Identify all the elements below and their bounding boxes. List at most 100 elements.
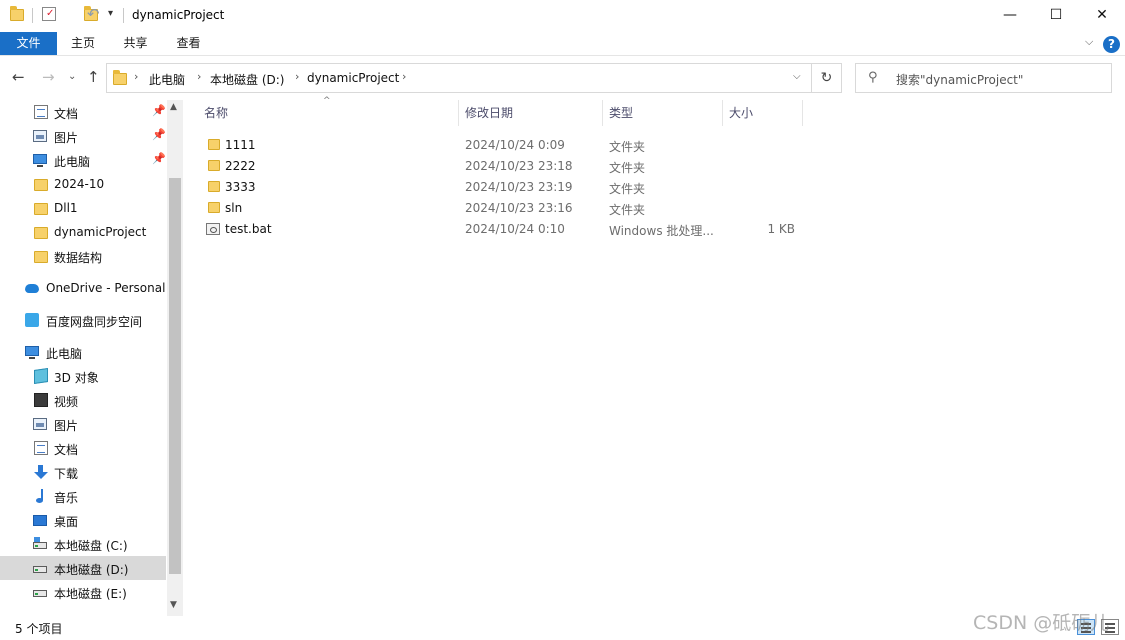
sidebar-item-2024-10[interactable]: 2024-10 bbox=[0, 172, 166, 196]
chevron-right-icon[interactable]: › bbox=[134, 70, 138, 83]
onedrive-cloud-icon bbox=[25, 284, 39, 293]
file-row[interactable]: 2222 2024/10/23 23:18 文件夹 bbox=[200, 155, 800, 176]
folder-icon bbox=[208, 139, 220, 150]
drive-icon bbox=[33, 590, 47, 597]
folder-icon bbox=[10, 6, 24, 21]
file-type: Windows 批处理... bbox=[609, 224, 714, 238]
sidebar-item-label: 文档 bbox=[54, 443, 79, 457]
sidebar-item-label: 此电脑 bbox=[54, 155, 91, 169]
watermark: CSDN @砥砺儿 bbox=[973, 612, 1110, 634]
chevron-down-icon[interactable]: ⌵ bbox=[793, 71, 801, 82]
chevron-right-icon[interactable]: › bbox=[197, 70, 201, 83]
chevron-right-icon[interactable]: › bbox=[402, 70, 406, 83]
column-header-size[interactable]: 大小 bbox=[729, 104, 753, 126]
up-arrow-icon[interactable]: ↑ bbox=[87, 68, 100, 86]
folder-icon bbox=[34, 227, 48, 239]
close-button[interactable]: ✕ bbox=[1079, 0, 1125, 32]
video-icon bbox=[34, 393, 48, 407]
sidebar-item-drive-d[interactable]: 本地磁盘 (D:) bbox=[0, 556, 166, 580]
search-placeholder: 搜索"dynamicProject" bbox=[896, 73, 1024, 87]
sidebar-item-documents-pc[interactable]: 文档 bbox=[0, 436, 166, 460]
file-name: 1111 bbox=[225, 138, 256, 152]
sidebar-item-label: 图片 bbox=[54, 419, 79, 433]
breadcrumb-dynamicproject[interactable]: dynamicProject bbox=[307, 71, 399, 85]
breadcrumb-drive-d[interactable]: 本地磁盘 (D:) bbox=[210, 71, 284, 88]
sidebar-item-3d-objects[interactable]: 3D 对象 bbox=[0, 364, 166, 388]
sidebar-item-baidu[interactable]: 百度网盘同步空间 bbox=[0, 308, 166, 332]
file-type: 文件夹 bbox=[609, 182, 646, 196]
file-date: 2024/10/23 23:19 bbox=[465, 180, 573, 194]
forward-arrow-icon[interactable]: → bbox=[42, 68, 55, 86]
folder-icon bbox=[113, 70, 127, 85]
pictures-icon bbox=[33, 130, 47, 142]
sidebar-item-drive-e[interactable]: 本地磁盘 (E:) bbox=[0, 580, 166, 604]
sidebar-item-label: 本地磁盘 (E:) bbox=[54, 587, 127, 601]
sidebar-item-label: 音乐 bbox=[54, 491, 79, 505]
column-header-type[interactable]: 类型 bbox=[609, 104, 633, 126]
column-divider[interactable] bbox=[802, 100, 803, 126]
sidebar-item-onedrive[interactable]: OneDrive - Personal bbox=[0, 276, 166, 300]
sidebar-item-label: 下载 bbox=[54, 467, 79, 481]
search-icon: ⚲ bbox=[868, 70, 878, 85]
undo-icon[interactable]: ↶ bbox=[87, 5, 100, 23]
document-icon bbox=[34, 441, 48, 455]
sidebar-item-pictures-pc[interactable]: 图片 bbox=[0, 412, 166, 436]
navigation-pane: 文档 📌 图片 📌 此电脑 📌 2024-10 Dll1 dynamicProj… bbox=[0, 100, 183, 616]
column-divider[interactable] bbox=[458, 100, 459, 126]
3d-objects-icon bbox=[34, 368, 48, 384]
column-divider[interactable] bbox=[722, 100, 723, 126]
sidebar-item-documents[interactable]: 文档 📌 bbox=[0, 100, 166, 124]
address-bar[interactable]: › 此电脑 › 本地磁盘 (D:) › dynamicProject › ⌵ bbox=[106, 63, 812, 93]
sidebar-item-label: OneDrive - Personal bbox=[46, 281, 166, 295]
desktop-icon bbox=[33, 515, 47, 526]
minimize-button[interactable]: — bbox=[987, 0, 1033, 32]
scroll-up-icon[interactable]: ▲ bbox=[170, 102, 177, 112]
file-row[interactable]: 3333 2024/10/23 23:19 文件夹 bbox=[200, 176, 800, 197]
customize-toolbar-icon[interactable]: ▾ bbox=[108, 8, 113, 19]
scrollbar-thumb[interactable] bbox=[169, 178, 181, 574]
file-row[interactable]: test.bat 2024/10/24 0:10 Windows 批处理... … bbox=[200, 218, 800, 239]
baidu-netdisk-icon bbox=[25, 313, 39, 327]
sidebar-item-drive-c[interactable]: 本地磁盘 (C:) bbox=[0, 532, 166, 556]
sidebar-item-pictures[interactable]: 图片 📌 bbox=[0, 124, 166, 148]
download-icon bbox=[34, 465, 48, 479]
column-divider[interactable] bbox=[602, 100, 603, 126]
sidebar-scrollbar[interactable]: ▲ ▼ bbox=[167, 100, 183, 616]
sidebar-item-this-pc-quick[interactable]: 此电脑 📌 bbox=[0, 148, 166, 172]
column-header-date[interactable]: 修改日期 bbox=[465, 104, 513, 126]
column-header-name[interactable]: 名称 bbox=[204, 104, 228, 126]
tab-file[interactable]: 文件 bbox=[0, 32, 57, 55]
sidebar-item-dynamicproject[interactable]: dynamicProject bbox=[0, 220, 166, 244]
maximize-button[interactable]: ☐ bbox=[1033, 0, 1079, 32]
refresh-button[interactable]: ↻ bbox=[812, 63, 842, 93]
tab-view[interactable]: 查看 bbox=[162, 32, 215, 55]
pictures-icon bbox=[33, 418, 47, 430]
file-row[interactable]: sln 2024/10/23 23:16 文件夹 bbox=[200, 197, 800, 218]
sidebar-item-music[interactable]: 音乐 bbox=[0, 484, 166, 508]
file-name: 3333 bbox=[225, 180, 256, 194]
sidebar-item-this-pc[interactable]: 此电脑 bbox=[0, 340, 166, 364]
sidebar-item-dll1[interactable]: Dll1 bbox=[0, 196, 166, 220]
chevron-right-icon[interactable]: › bbox=[295, 70, 299, 83]
file-row[interactable]: 1111 2024/10/24 0:09 文件夹 bbox=[200, 134, 800, 155]
sidebar-item-desktop[interactable]: 桌面 bbox=[0, 508, 166, 532]
sidebar-item-label: dynamicProject bbox=[54, 225, 147, 239]
breadcrumb-this-pc[interactable]: 此电脑 bbox=[149, 71, 185, 88]
recent-locations-icon[interactable]: ⌄ bbox=[68, 71, 76, 82]
scroll-down-icon[interactable]: ▼ bbox=[170, 600, 177, 610]
properties-icon[interactable]: ✓ bbox=[42, 7, 56, 21]
expand-ribbon-icon[interactable]: ⌵ bbox=[1085, 35, 1093, 49]
sidebar-item-label: 视频 bbox=[54, 395, 79, 409]
sidebar-item-downloads[interactable]: 下载 bbox=[0, 460, 166, 484]
search-box[interactable]: ⚲ 搜索"dynamicProject" bbox=[855, 63, 1112, 93]
sidebar-item-label: 数据结构 bbox=[54, 251, 103, 265]
sidebar-item-label: 百度网盘同步空间 bbox=[46, 315, 143, 329]
sidebar-item-data-structures[interactable]: 数据结构 bbox=[0, 244, 166, 268]
sidebar-item-videos[interactable]: 视频 bbox=[0, 388, 166, 412]
back-arrow-icon[interactable]: ← bbox=[12, 68, 25, 86]
help-icon[interactable]: ? bbox=[1103, 36, 1120, 53]
tab-home[interactable]: 主页 bbox=[57, 32, 109, 55]
pin-icon: 📌 bbox=[152, 128, 166, 141]
tab-share[interactable]: 共享 bbox=[109, 32, 162, 55]
sidebar-item-label: 本地磁盘 (D:) bbox=[54, 563, 129, 577]
